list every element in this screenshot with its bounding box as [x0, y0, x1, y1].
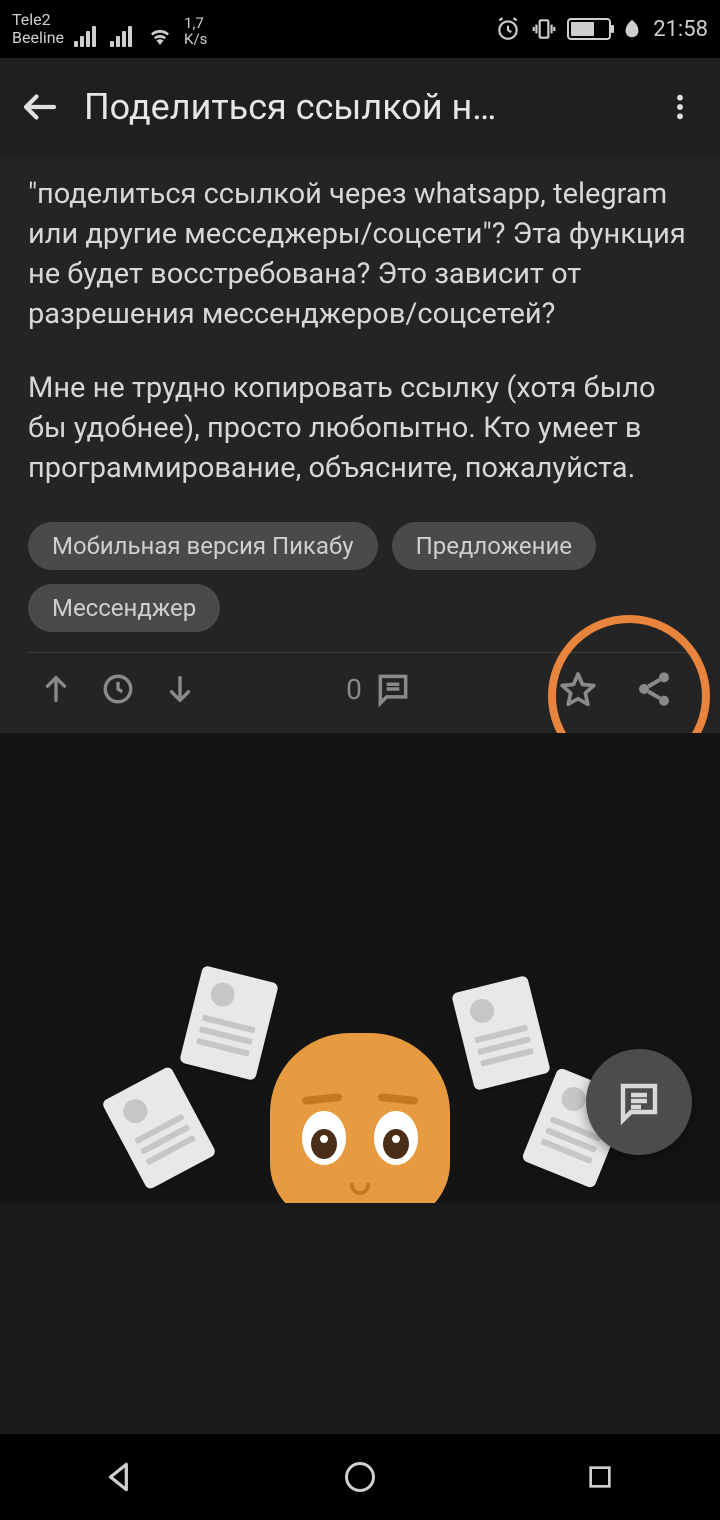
data-rate: 1,7 K/s	[184, 15, 207, 47]
alarm-icon	[495, 16, 521, 42]
carrier-2: Beeline	[12, 29, 64, 47]
mascot-icon	[270, 1033, 450, 1203]
nav-recent-button[interactable]	[570, 1447, 630, 1507]
page-title: Поделиться ссылкой н…	[72, 86, 648, 128]
carrier-labels: Tele2 Beeline	[12, 11, 64, 47]
post-content: "поделиться ссылкой через whatsapp, tele…	[0, 156, 720, 733]
tag[interactable]: Предложение	[392, 522, 596, 570]
leaf-icon	[621, 18, 643, 40]
post-action-bar: 0	[28, 653, 692, 727]
more-button[interactable]	[648, 75, 712, 139]
nav-home-button[interactable]	[330, 1447, 390, 1507]
comments-button[interactable]: 0	[200, 670, 558, 708]
status-bar: Tele2 Beeline 1,7 K/s 60 21:58	[0, 0, 720, 58]
post-paragraph: "поделиться ссылкой через whatsapp, tele…	[28, 174, 692, 334]
signal-icon-1	[74, 25, 100, 47]
downvote-button[interactable]	[160, 669, 200, 709]
comments-count: 0	[346, 673, 362, 706]
tags-row: Мобильная версия Пикабу Предложение Месс…	[28, 522, 692, 632]
nav-back-button[interactable]	[90, 1447, 150, 1507]
share-button[interactable]	[634, 669, 674, 709]
tag[interactable]: Мессенджер	[28, 584, 220, 632]
empty-state-illustration	[110, 943, 610, 1203]
carrier-1: Tele2	[12, 11, 64, 29]
clock-icon[interactable]	[98, 669, 138, 709]
post-paragraph: Мне не трудно копировать ссылку (хотя бы…	[28, 368, 692, 488]
upvote-button[interactable]	[36, 669, 76, 709]
compose-comment-fab[interactable]	[586, 1049, 692, 1155]
signal-icon-2	[110, 25, 136, 47]
favorite-button[interactable]	[558, 669, 598, 709]
clock: 21:58	[653, 17, 708, 42]
vibrate-icon	[531, 16, 557, 42]
system-nav-bar	[0, 1434, 720, 1520]
wifi-icon	[146, 25, 174, 47]
app-bar: Поделиться ссылкой н…	[0, 58, 720, 156]
comments-section-empty	[0, 733, 720, 1203]
tag[interactable]: Мобильная версия Пикабу	[28, 522, 378, 570]
battery-indicator: 60	[567, 18, 611, 40]
back-button[interactable]	[8, 75, 72, 139]
